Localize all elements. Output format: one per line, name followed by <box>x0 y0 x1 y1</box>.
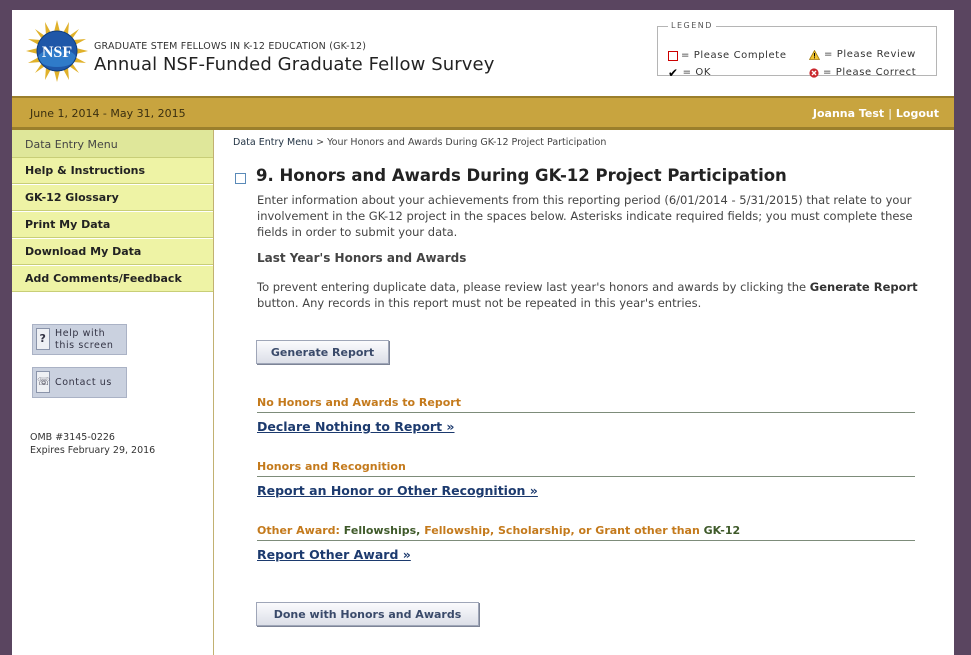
section-divider <box>257 412 915 413</box>
generate-report-button[interactable]: Generate Report <box>256 340 389 364</box>
declare-nothing-link[interactable]: Declare Nothing to Report » <box>257 419 455 434</box>
header: NSF GRADUATE STEM FELLOWS IN K-12 EDUCAT… <box>12 10 954 95</box>
user-area: Joanna Test | Logout <box>812 107 939 120</box>
program-subtitle: GRADUATE STEM FELLOWS IN K-12 EDUCATION … <box>94 41 367 52</box>
logout-link[interactable]: Logout <box>896 107 939 120</box>
sidebar-item-data-entry-menu[interactable]: Data Entry Menu <box>12 130 213 158</box>
sidebar-item-add-comments[interactable]: Add Comments/Feedback <box>12 266 213 292</box>
last-year-heading: Last Year's Honors and Awards <box>257 251 467 265</box>
help-with-screen-button[interactable]: ? Help with this screen <box>32 324 127 355</box>
breadcrumb: Data Entry Menu > Your Honors and Awards… <box>233 137 607 148</box>
sidebar-item-print-data[interactable]: Print My Data <box>12 212 213 238</box>
reporting-period: June 1, 2014 - May 31, 2015 <box>30 107 186 120</box>
report-honor-link[interactable]: Report an Honor or Other Recognition » <box>257 483 538 498</box>
legend-please-correct: = Please Correct <box>809 67 916 78</box>
report-other-award-link[interactable]: Report Other Award » <box>257 547 411 562</box>
user-name[interactable]: Joanna Test <box>813 107 884 120</box>
page-title: 9. Honors and Awards During GK-12 Projec… <box>256 166 787 185</box>
section-divider <box>257 540 915 541</box>
contact-us-button[interactable]: ☏ Contact us <box>32 367 127 398</box>
legend-ok: ✔ = OK <box>668 65 712 80</box>
section-status-checkbox <box>235 173 246 184</box>
section-title-no-honors: No Honors and Awards to Report <box>257 396 461 409</box>
breadcrumb-current: Your Honors and Awards During GK-12 Proj… <box>327 137 607 148</box>
intro-text: Enter information about your achievement… <box>257 193 913 239</box>
sidebar: Data Entry Menu Help & Instructions GK-1… <box>12 130 214 655</box>
page-frame: NSF GRADUATE STEM FELLOWS IN K-12 EDUCAT… <box>12 10 954 655</box>
warning-icon <box>809 49 820 60</box>
legend-please-complete: = Please Complete <box>668 50 787 61</box>
help-icon: ? <box>36 328 50 350</box>
check-icon: ✔ <box>668 65 679 80</box>
svg-text:NSF: NSF <box>42 44 72 61</box>
legend-title: LEGEND <box>668 21 716 30</box>
legend: LEGEND = Please Complete = Please Review… <box>657 21 937 80</box>
legend-please-review: = Please Review <box>809 49 916 60</box>
section-divider <box>257 476 915 477</box>
main-content: Data Entry Menu > Your Honors and Awards… <box>214 130 954 655</box>
survey-title: Annual NSF-Funded Graduate Fellow Survey <box>94 54 495 75</box>
empty-box-icon <box>668 50 678 61</box>
top-bar: June 1, 2014 - May 31, 2015 Joanna Test |… <box>12 96 954 130</box>
breadcrumb-data-entry-menu[interactable]: Data Entry Menu <box>233 137 313 148</box>
phone-icon: ☏ <box>36 371 51 393</box>
sidebar-item-help-instructions[interactable]: Help & Instructions <box>12 158 213 184</box>
done-button[interactable]: Done with Honors and Awards <box>256 602 479 626</box>
duplicate-warning-text: To prevent entering duplicate data, plea… <box>257 280 918 310</box>
section-title-other-award: Other Award: Fellowships, Fellowship, Sc… <box>257 524 741 537</box>
error-icon <box>809 67 819 78</box>
omb-info: OMB #3145-0226 Expires February 29, 2016 <box>30 432 156 456</box>
nsf-logo: NSF <box>26 20 88 82</box>
sidebar-item-glossary[interactable]: GK-12 Glossary <box>12 185 213 211</box>
section-title-honors-recognition: Honors and Recognition <box>257 460 406 473</box>
sidebar-item-download-data[interactable]: Download My Data <box>12 239 213 265</box>
